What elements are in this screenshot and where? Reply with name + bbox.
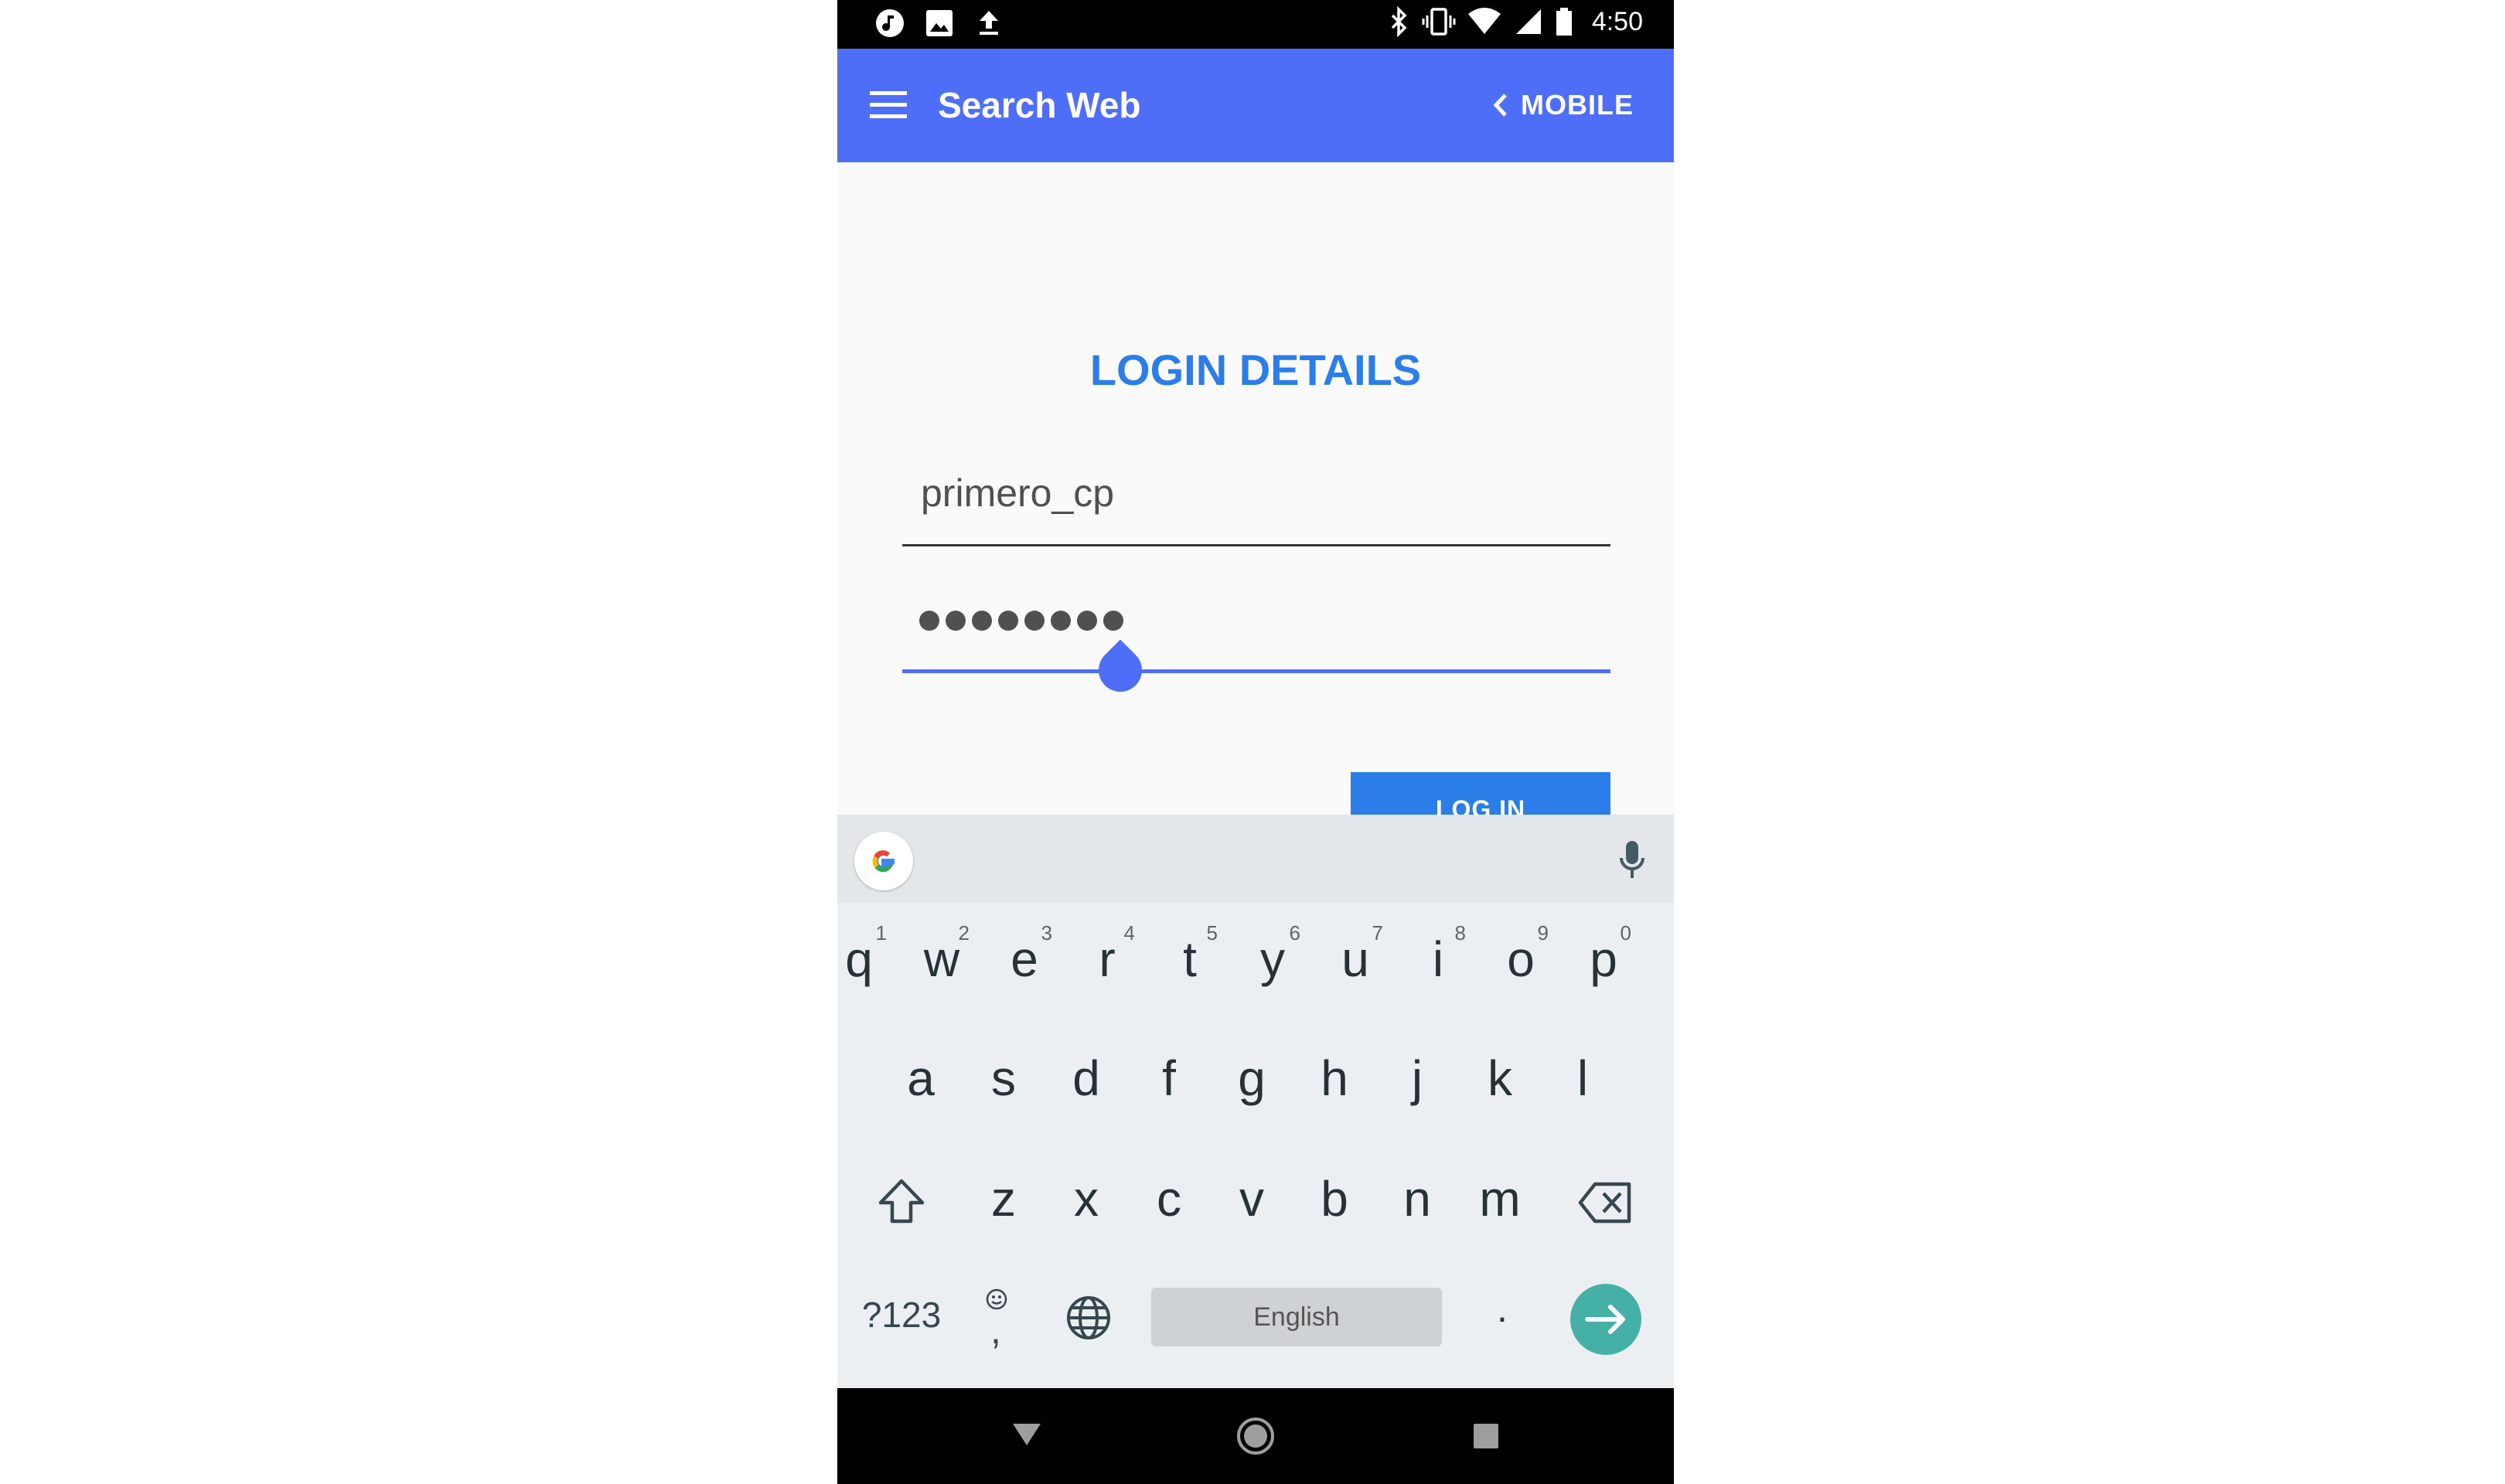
username-field[interactable] <box>902 456 1610 546</box>
key-d[interactable]: d <box>1048 1050 1125 1107</box>
key-k[interactable]: k <box>1461 1050 1539 1107</box>
recents-icon[interactable] <box>1472 1422 1500 1450</box>
home-icon[interactable] <box>1235 1416 1276 1456</box>
password-field[interactable] <box>902 589 1610 673</box>
globe-icon[interactable] <box>1065 1294 1113 1342</box>
key-e[interactable]: e3 <box>986 921 1063 988</box>
image-icon <box>926 10 953 36</box>
key-v[interactable]: v <box>1213 1170 1290 1227</box>
period-key[interactable]: . <box>1464 1286 1541 1331</box>
upload-icon <box>980 11 998 35</box>
key-n[interactable]: n <box>1379 1170 1456 1227</box>
microphone-icon[interactable] <box>1617 838 1648 884</box>
key-m[interactable]: m <box>1461 1170 1539 1227</box>
key-j[interactable]: j <box>1379 1050 1456 1107</box>
key-h[interactable]: h <box>1296 1050 1373 1107</box>
arrow-right-icon <box>1585 1305 1625 1334</box>
chevron-left-icon <box>1493 94 1507 117</box>
key-w[interactable]: w2 <box>903 921 980 988</box>
key-x[interactable]: x <box>1048 1170 1125 1227</box>
shift-icon[interactable] <box>876 1176 927 1227</box>
clock: 4:50 <box>1591 6 1643 36</box>
key-q[interactable]: q1 <box>837 921 898 988</box>
password-mask <box>919 611 1123 631</box>
key-b[interactable]: b <box>1296 1170 1373 1227</box>
key-p[interactable]: p0 <box>1565 921 1642 988</box>
phone-screen: 4:50 Search Web MOBILE LOGIN DETAILS LOG… <box>837 0 1674 1484</box>
key-c[interactable]: c <box>1130 1170 1208 1227</box>
key-a[interactable]: a <box>882 1050 959 1107</box>
space-bar[interactable]: English <box>1151 1288 1442 1346</box>
music-icon <box>876 9 904 37</box>
key-l[interactable]: l <box>1544 1050 1621 1107</box>
bluetooth-icon <box>1391 6 1407 37</box>
login-heading: LOGIN DETAILS <box>1089 345 1422 394</box>
key-u[interactable]: u7 <box>1317 921 1394 988</box>
key-g[interactable]: g <box>1213 1050 1290 1107</box>
emoji-comma-key[interactable]: , <box>981 1288 1012 1352</box>
key-o[interactable]: o9 <box>1482 921 1559 988</box>
wifi-icon <box>1467 8 1501 34</box>
key-r[interactable]: r4 <box>1068 921 1146 988</box>
signal-icon <box>1515 9 1541 34</box>
key-z[interactable]: z <box>965 1170 1042 1227</box>
vibrate-icon <box>1422 8 1456 36</box>
symbols-key[interactable]: ?123 <box>859 1294 944 1336</box>
mobile-button-label: MOBILE <box>1521 89 1634 121</box>
enter-key[interactable] <box>1570 1284 1641 1355</box>
key-y[interactable]: y6 <box>1234 921 1311 988</box>
soft-keyboard: q1 w2 e3 r4 t5 y6 u7 i8 o9 p0 a s d f g … <box>837 815 1674 1388</box>
back-icon[interactable] <box>1011 1421 1042 1448</box>
mobile-button[interactable]: MOBILE <box>1491 80 1634 131</box>
app-title: Search Web <box>938 85 1141 125</box>
key-s[interactable]: s <box>965 1050 1042 1107</box>
username-input[interactable] <box>919 470 1603 516</box>
comma-label: , <box>990 1309 1001 1352</box>
key-f[interactable]: f <box>1130 1050 1208 1107</box>
key-t[interactable]: t5 <box>1151 921 1229 988</box>
suggestion-bar <box>837 815 1674 903</box>
menu-icon[interactable] <box>868 88 908 122</box>
navigation-bar <box>837 1388 1674 1484</box>
google-search-button[interactable] <box>854 832 913 890</box>
backspace-icon[interactable] <box>1578 1181 1634 1224</box>
google-icon <box>872 850 895 873</box>
battery-icon <box>1556 8 1572 36</box>
app-bar: Search Web MOBILE <box>837 49 1674 162</box>
status-bar: 4:50 <box>837 0 1674 49</box>
key-i[interactable]: i8 <box>1399 921 1477 988</box>
